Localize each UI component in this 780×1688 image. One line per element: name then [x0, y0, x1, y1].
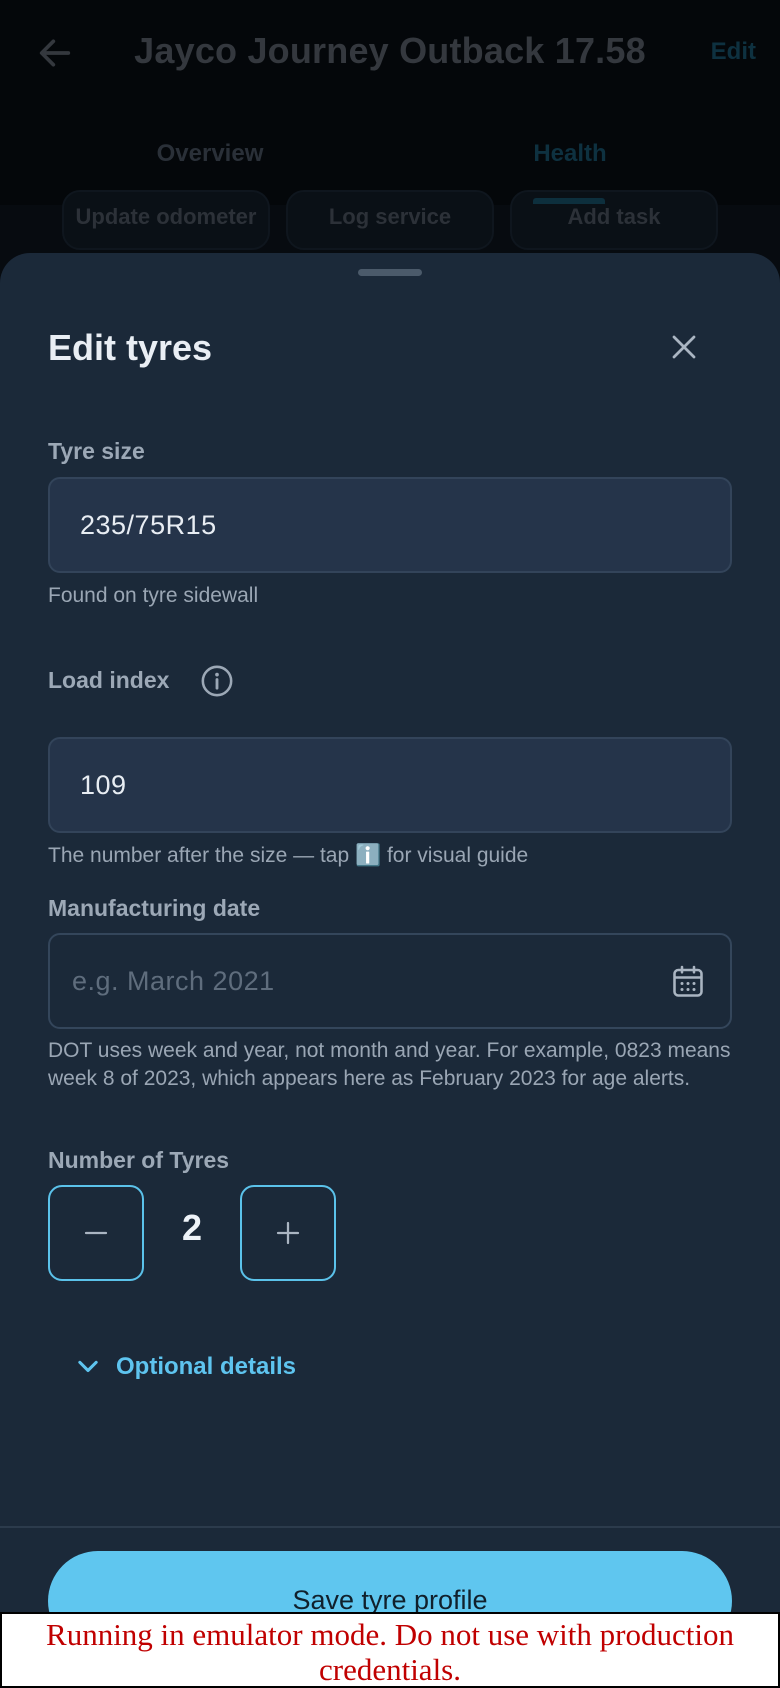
load-index-helper: The number after the size — tap ℹ️ for v…: [48, 844, 529, 867]
quick-actions: Update odometer Log service Add task: [0, 190, 780, 250]
number-of-tyres-label: Number of Tyres: [48, 1147, 230, 1173]
manufacturing-date-helper: DOT uses week and year, not month and ye…: [48, 1039, 731, 1090]
edit-button[interactable]: Edit: [711, 38, 756, 66]
info-icon: [201, 665, 233, 697]
screen: Jayco Journey Outback 17.58 Edit Overvie…: [0, 0, 780, 1688]
calendar-button[interactable]: [670, 963, 706, 1001]
optional-details-label: Optional details: [116, 1353, 297, 1380]
manufacturing-date-input[interactable]: e.g. March 2021: [48, 933, 732, 1029]
tyre-size-label: Tyre size: [48, 438, 145, 464]
back-button[interactable]: [30, 28, 80, 78]
load-index-info-button[interactable]: [200, 664, 234, 698]
optional-details-toggle[interactable]: Optional details: [74, 1353, 296, 1381]
decrement-tyres-button[interactable]: [48, 1185, 144, 1281]
emulator-warning-banner: Running in emulator mode. Do not use wit…: [0, 1612, 780, 1688]
calendar-icon: [673, 965, 703, 997]
close-button[interactable]: [664, 327, 704, 367]
tyre-count-value: 2: [181, 1207, 203, 1248]
tyre-size-input[interactable]: 235/75R15: [48, 477, 732, 573]
increment-tyres-button[interactable]: [240, 1185, 336, 1281]
chevron-down-icon: [78, 1360, 98, 1373]
edit-tyres-sheet: Edit tyres Tyre size 235/75R15 Found on …: [0, 253, 780, 1688]
tab-health[interactable]: Health: [390, 140, 750, 168]
update-odometer-button[interactable]: Update odometer: [62, 190, 270, 250]
close-icon: [672, 335, 696, 359]
plus-icon: [276, 1221, 300, 1245]
manufacturing-date-placeholder: e.g. March 2021: [72, 965, 275, 996]
tyre-size-helper: Found on tyre sidewall: [48, 584, 259, 607]
drag-handle[interactable]: [358, 269, 422, 276]
active-tab-indicator: [533, 198, 605, 204]
log-service-button[interactable]: Log service: [286, 190, 494, 250]
load-index-input[interactable]: 109: [48, 737, 732, 833]
tab-overview[interactable]: Overview: [0, 140, 420, 168]
minus-icon: [84, 1231, 108, 1235]
vehicle-title: Jayco Journey Outback 17.58: [134, 30, 646, 71]
sheet-title: Edit tyres: [48, 327, 213, 368]
manufacturing-date-label: Manufacturing date: [48, 895, 261, 921]
load-index-value: 109: [80, 769, 127, 800]
load-index-label: Load index: [48, 667, 170, 693]
footer-divider: [0, 1526, 780, 1528]
tyre-size-value: 235/75R15: [80, 509, 217, 540]
arrow-left-icon: [39, 39, 71, 67]
